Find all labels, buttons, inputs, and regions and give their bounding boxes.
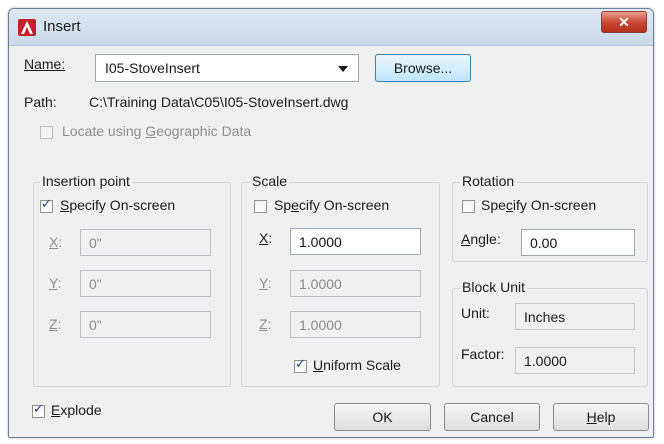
insertion-y-label: Y: bbox=[49, 275, 61, 291]
angle-post: ngle: bbox=[470, 231, 501, 247]
name-combobox-value: I05-StoveInsert bbox=[105, 60, 200, 76]
geographic-data-label: Locate using Geographic Data bbox=[62, 123, 251, 139]
help-post: elp bbox=[596, 409, 616, 425]
explode-key: E bbox=[51, 402, 61, 418]
explode-checkbox[interactable] bbox=[32, 402, 45, 418]
uniform-scale-label: Uniform Scale bbox=[313, 357, 401, 373]
scale-spec-post: cify On-screen bbox=[298, 197, 390, 213]
browse-button[interactable]: Browse... bbox=[375, 54, 471, 82]
geo-label-pre: Locate using bbox=[62, 123, 146, 139]
insertion-point-legend: Insertion point bbox=[40, 173, 132, 189]
unit-value: Inches bbox=[515, 303, 635, 330]
rotation-legend: Rotation bbox=[460, 173, 517, 189]
block-unit-legend: Block Unit bbox=[460, 279, 528, 295]
scale-specify-label: Specify On-screen bbox=[274, 197, 389, 213]
scale-z-colon: : bbox=[267, 316, 272, 332]
ins-y-key: Y bbox=[49, 275, 58, 291]
ins-z-key: Z bbox=[49, 316, 58, 332]
name-combobox[interactable]: I05-StoveInsert bbox=[95, 54, 359, 82]
insertion-z-input[interactable]: 0" bbox=[80, 311, 211, 338]
scale-spec-key: e bbox=[291, 197, 299, 213]
ok-button[interactable]: OK bbox=[334, 403, 431, 431]
help-button[interactable]: Help bbox=[553, 403, 649, 431]
explode-post: xplode bbox=[60, 402, 102, 418]
rotation-specify-label: Specify On-screen bbox=[481, 197, 596, 213]
chevron-down-icon[interactable] bbox=[338, 66, 348, 72]
name-label-text: Name: bbox=[24, 56, 66, 72]
scale-y-input[interactable]: 1.0000 bbox=[290, 270, 421, 297]
factor-label: Factor: bbox=[461, 346, 505, 362]
window-title: Insert bbox=[43, 18, 81, 35]
uniform-key: U bbox=[313, 357, 324, 373]
help-key: H bbox=[586, 409, 597, 425]
close-button[interactable]: ✕ bbox=[601, 11, 647, 33]
scale-specify-checkbox[interactable] bbox=[254, 200, 267, 213]
scale-x-key: X bbox=[259, 230, 269, 246]
angle-label: Angle: bbox=[461, 231, 501, 247]
title-bar[interactable]: Insert ✕ bbox=[9, 9, 653, 46]
path-value: C:\Training Data\C05\I05-StoveInsert.dwg bbox=[89, 94, 349, 110]
ins-x-key: X bbox=[49, 234, 59, 250]
rot-spec-post: ify On-screen bbox=[512, 197, 597, 213]
insertion-y-input[interactable]: 0" bbox=[80, 270, 211, 297]
ins-y-colon: : bbox=[57, 275, 62, 291]
scale-y-label: Y: bbox=[259, 275, 271, 291]
ins-spec-key: S bbox=[60, 197, 70, 213]
rot-spec-key: c bbox=[505, 197, 513, 213]
scale-z-label: Z: bbox=[259, 316, 271, 332]
insert-dialog: Insert ✕ Name: I05-StoveInsert Browse...… bbox=[8, 8, 654, 438]
scale-legend: Scale bbox=[250, 173, 290, 189]
insertion-specify-label: Specify On-screen bbox=[60, 197, 175, 213]
scale-y-key: Y bbox=[259, 275, 268, 291]
dialog-content: Name: I05-StoveInsert Browse... Path: C:… bbox=[9, 45, 653, 437]
ins-spec-post: pecify On-screen bbox=[69, 197, 176, 213]
uniform-scale-checkbox[interactable] bbox=[294, 357, 307, 373]
explode-label: Explode bbox=[51, 402, 102, 418]
scale-y-colon: : bbox=[267, 275, 272, 291]
insertion-specify-checkbox[interactable] bbox=[40, 197, 53, 213]
unit-label: Unit: bbox=[461, 305, 490, 321]
rotation-specify-checkbox[interactable] bbox=[462, 200, 475, 213]
name-label: Name: bbox=[24, 56, 65, 72]
scale-z-input[interactable]: 1.0000 bbox=[290, 311, 421, 338]
insertion-x-label: X: bbox=[49, 234, 62, 250]
close-icon: ✕ bbox=[618, 14, 630, 30]
path-label: Path: bbox=[24, 94, 57, 110]
ins-z-colon: : bbox=[57, 316, 62, 332]
rot-spec-pre: Spe bbox=[481, 197, 506, 213]
geo-label-key: G bbox=[145, 123, 157, 139]
cancel-button[interactable]: Cancel bbox=[444, 403, 540, 431]
factor-value: 1.0000 bbox=[515, 347, 635, 374]
uniform-post: niform Scale bbox=[323, 357, 401, 373]
insertion-z-label: Z: bbox=[49, 316, 61, 332]
geo-label-post: eographic Data bbox=[156, 123, 252, 139]
scale-x-colon: : bbox=[268, 230, 273, 246]
autocad-app-icon bbox=[18, 19, 36, 36]
ins-x-colon: : bbox=[58, 234, 63, 250]
angle-input[interactable]: 0.00 bbox=[521, 229, 635, 256]
angle-key: A bbox=[461, 231, 471, 247]
scale-x-input[interactable]: 1.0000 bbox=[290, 228, 421, 255]
scale-z-key: Z bbox=[259, 316, 268, 332]
scale-x-label: X: bbox=[259, 230, 272, 246]
insertion-x-input[interactable]: 0" bbox=[80, 229, 211, 256]
scale-spec-pre: Sp bbox=[274, 197, 292, 213]
geographic-data-checkbox[interactable] bbox=[40, 126, 53, 139]
